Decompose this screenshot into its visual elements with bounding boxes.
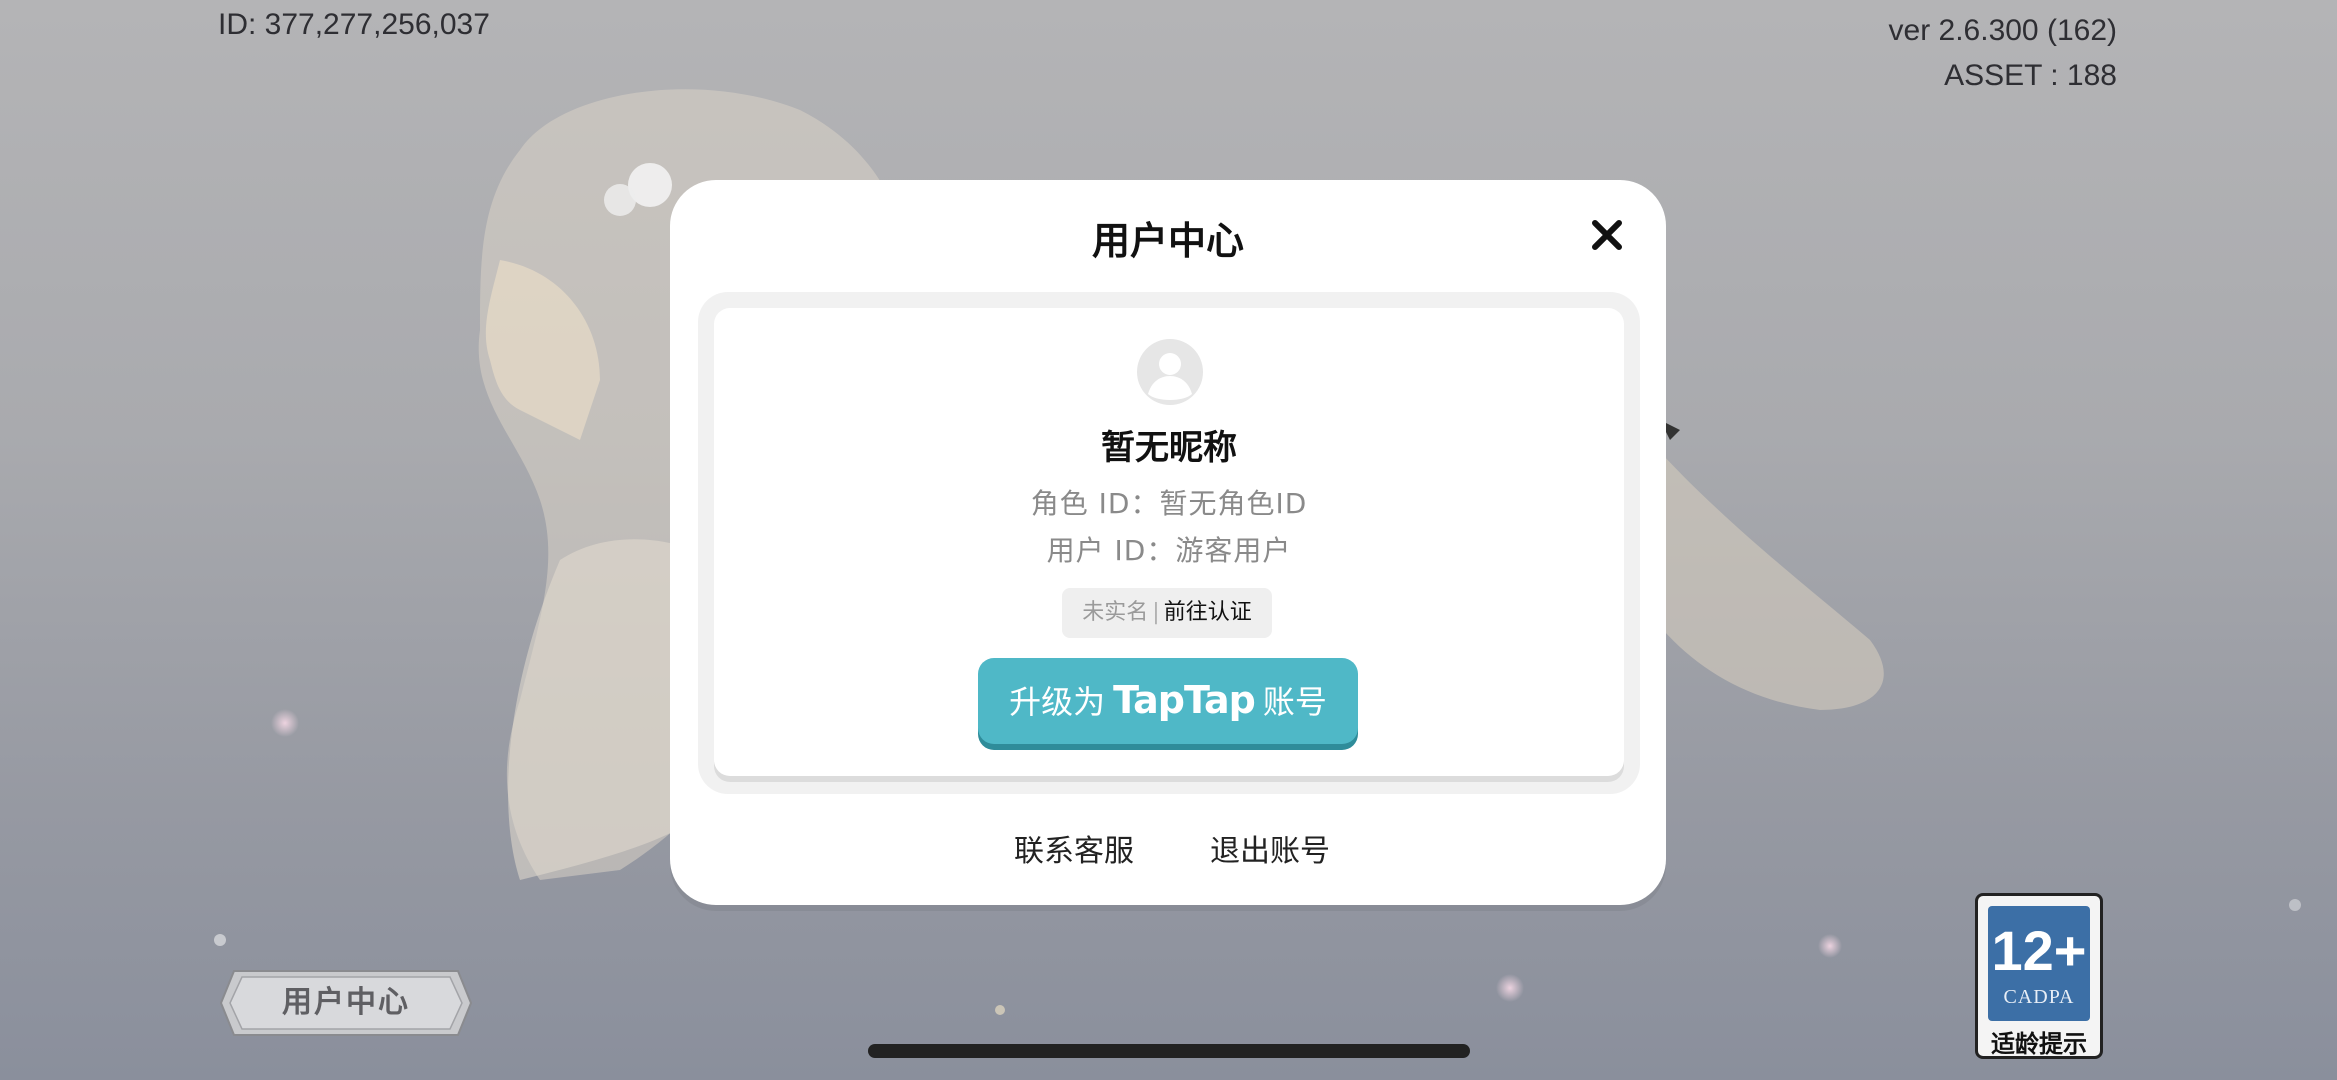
taptap-brand: TapTap — [1113, 678, 1256, 722]
upgrade-prefix: 升级为 — [1009, 683, 1106, 721]
profile-card-container: 暂无昵称 角色 ID：暂无角色ID 用户 ID：游客用户 未实名 | 前往认证 升级… — [698, 292, 1640, 794]
upgrade-suffix: 账号 — [1262, 683, 1327, 721]
verify-status: 未实名 — [1082, 600, 1149, 625]
upgrade-taptap-button[interactable]: 升级为 TapTap 账号 — [978, 658, 1358, 744]
profile-card: 暂无昵称 角色 ID：暂无角色ID 用户 ID：游客用户 未实名 | 前往认证 升级… — [714, 308, 1624, 776]
user-center-button[interactable]: 用户中心 — [220, 970, 472, 1036]
close-icon[interactable] — [1590, 218, 1624, 252]
verify-separator: | — [1152, 600, 1160, 625]
dialog-title: 用户中心 — [1091, 219, 1244, 263]
nickname: 暂无昵称 — [1101, 428, 1237, 468]
user-center-button-label: 用户中心 — [282, 985, 410, 1020]
age-rating-badge[interactable]: 12+ CADPA 适龄提示 — [1975, 893, 2103, 1059]
version-label: ver 2.6.300 (162) — [1888, 14, 2117, 47]
game-screen: ID: 377,277,256,037 ver 2.6.300 (162) AS… — [0, 0, 2337, 1080]
verify-action-link[interactable]: 前往认证 — [1164, 600, 1252, 625]
home-indicator[interactable] — [868, 1044, 1470, 1058]
asset-label: ASSET : 188 — [1944, 59, 2117, 92]
player-id-label: ID: 377,277,256,037 — [218, 8, 490, 41]
verify-identity-pill[interactable]: 未实名 | 前往认证 — [1062, 588, 1272, 638]
default-avatar-icon — [1136, 338, 1204, 406]
role-id: 角色 ID：暂无角色ID — [1030, 487, 1308, 520]
age-rating-org: CADPA — [2003, 986, 2075, 1008]
user-id: 用户 ID：游客用户 — [1046, 534, 1292, 567]
age-rating-panel: 12+ CADPA — [1988, 906, 2090, 1021]
age-rating-value: 12+ — [1991, 919, 2087, 982]
version-info: ver 2.6.300 (162) ASSET : 188 — [1889, 8, 2117, 98]
dialog-footer-links: 联系客服 退出账号 — [670, 826, 1666, 876]
user-center-dialog: 用户中心 暂无昵称 角色 ID：暂无角色ID 用户 ID：游客用户 未实名 | … — [670, 180, 1666, 905]
age-rating-tip: 适龄提示 — [1991, 1030, 2087, 1058]
logout-link[interactable]: 退出账号 — [1210, 826, 1330, 870]
contact-support-link[interactable]: 联系客服 — [1014, 826, 1134, 870]
